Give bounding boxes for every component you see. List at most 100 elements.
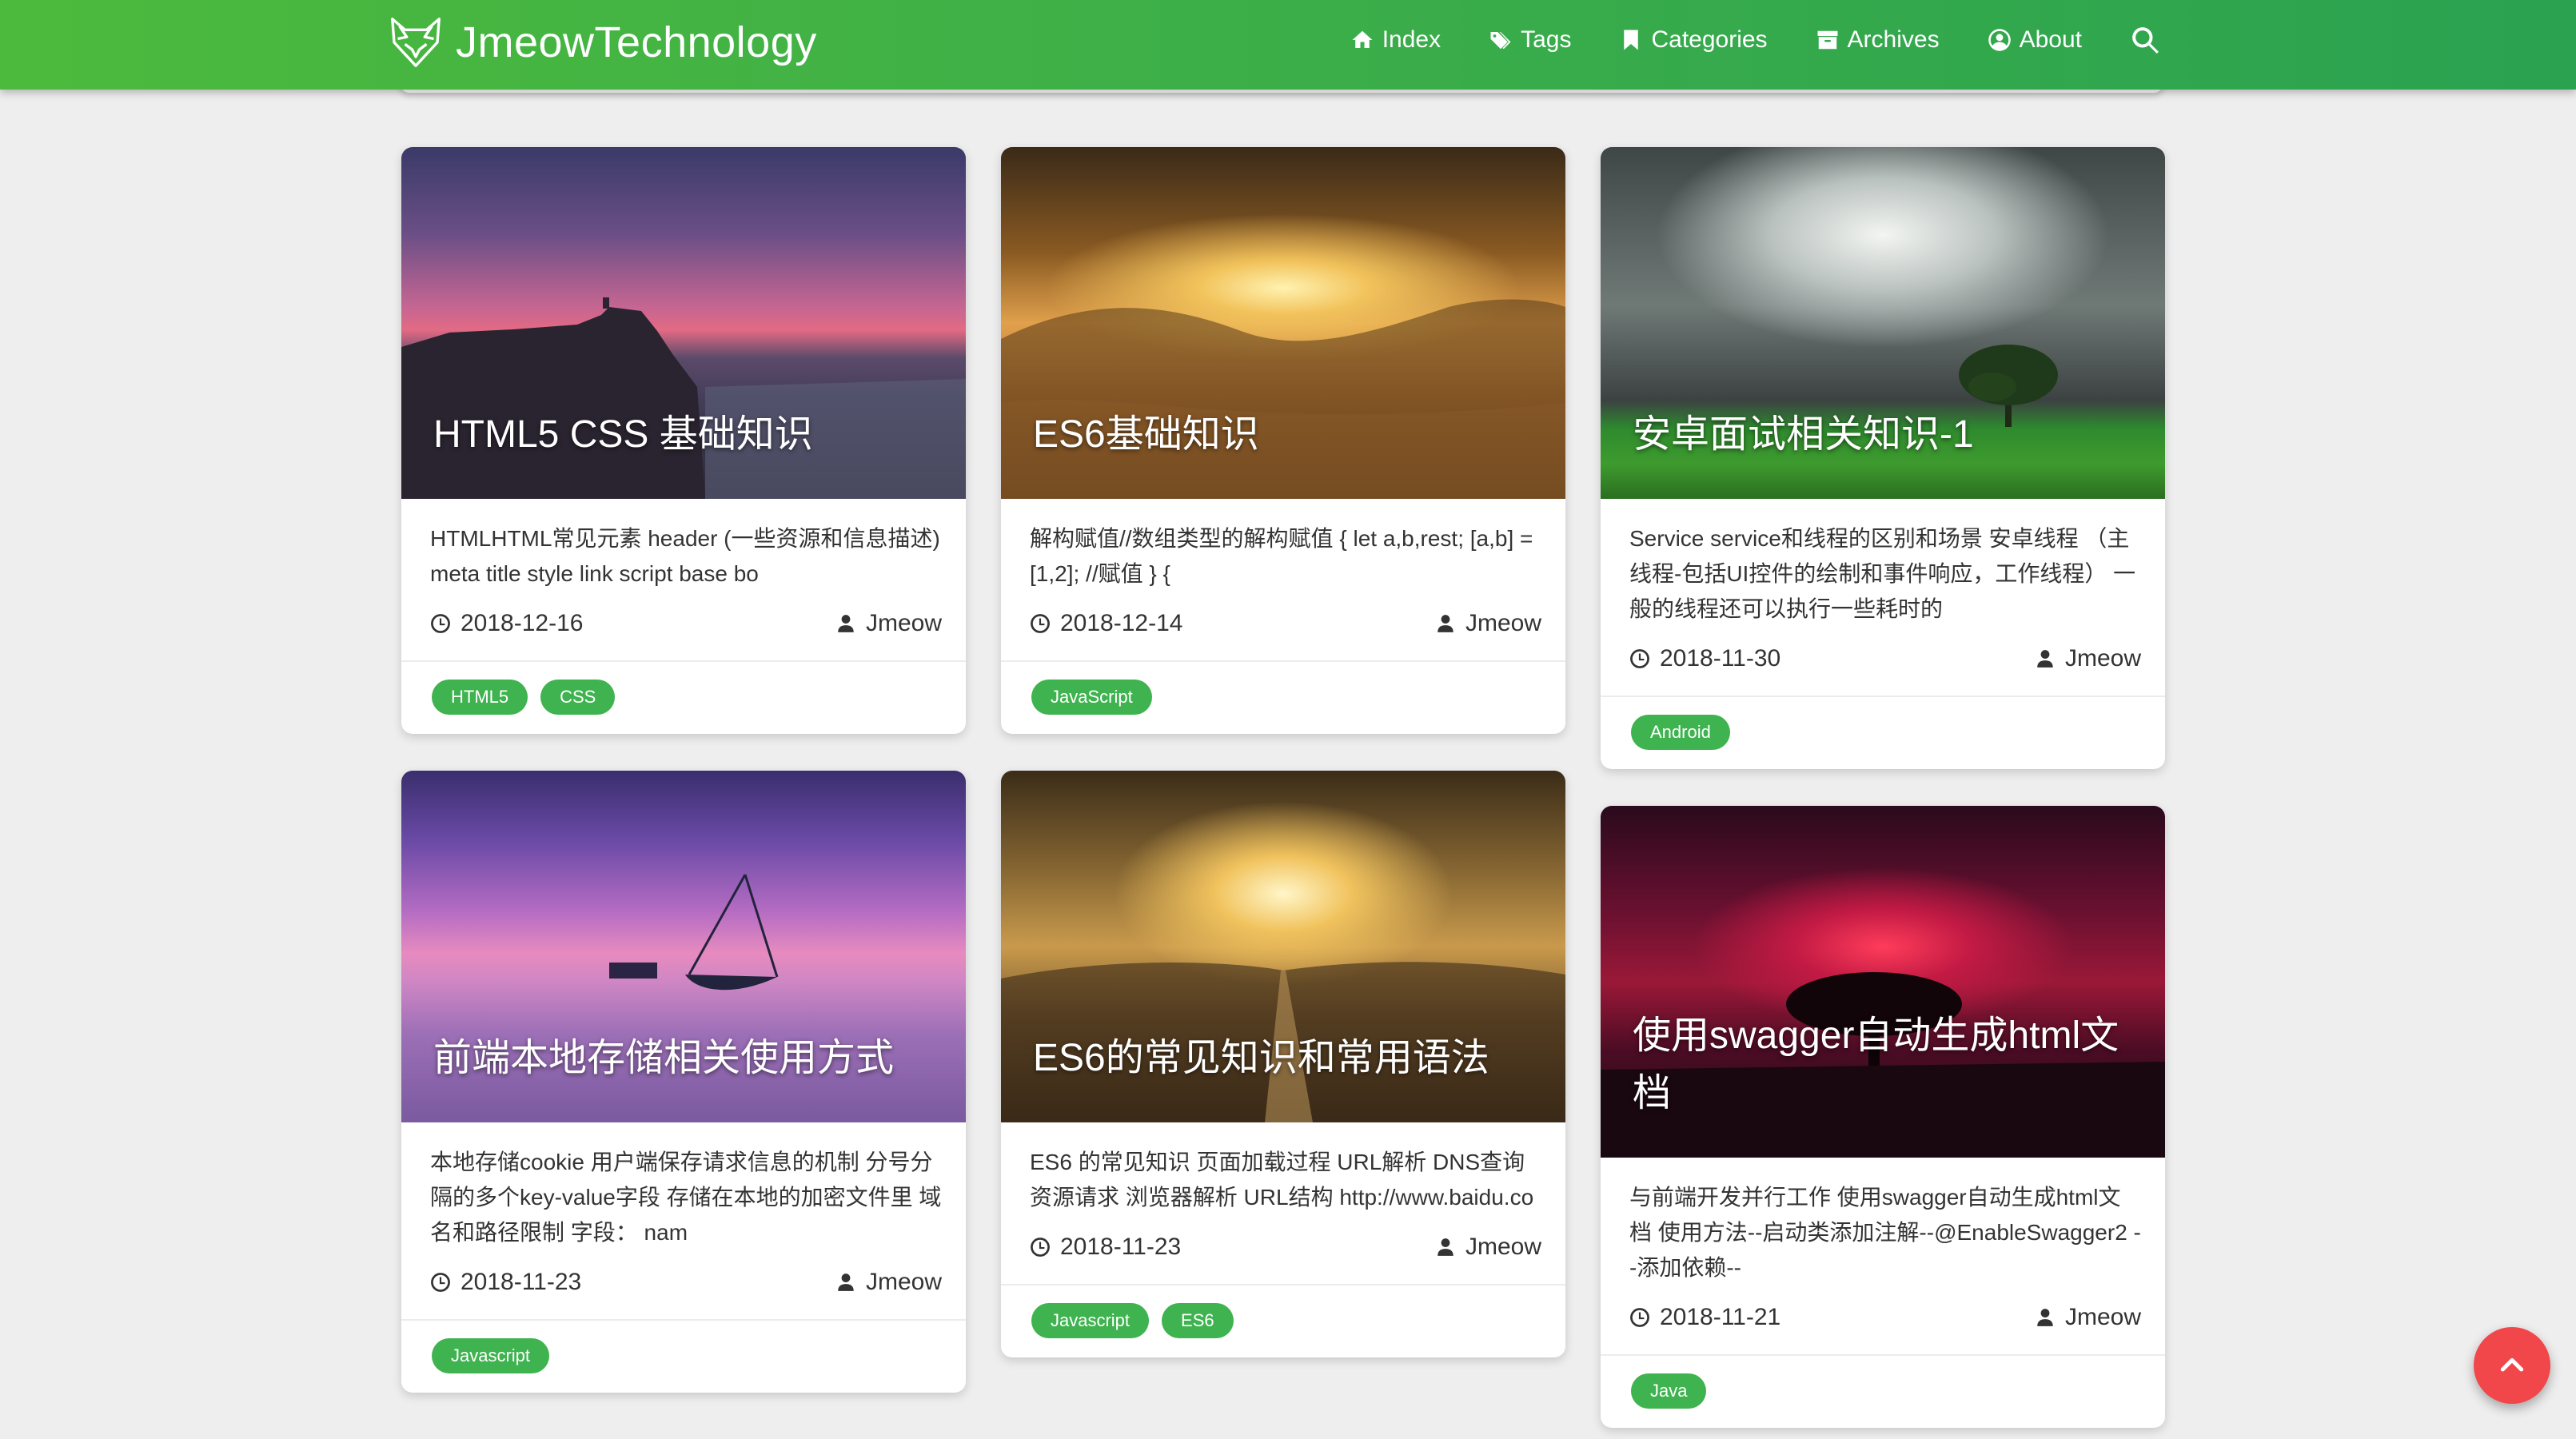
post-tags: JavaScript (1001, 662, 1565, 734)
post-meta: 2018-11-23 Jmeow (430, 1265, 942, 1300)
post-tags: HTML5 CSS (401, 662, 966, 734)
bookmark-icon (1624, 30, 1639, 50)
post-card[interactable]: HTML5 CSS 基础知识 HTMLHTML常见元素 header (一些资源… (401, 147, 966, 734)
post-author: Jmeow (835, 1269, 942, 1296)
clock-icon (431, 1273, 450, 1292)
user-icon (2037, 1309, 2053, 1326)
post-cover-image[interactable]: ES6基础知识 (1001, 147, 1565, 499)
main-nav: Index Tags Categories Archives About (1302, 0, 2160, 80)
post-meta: 2018-11-21 Jmeow (1629, 1300, 2141, 1335)
post-card[interactable]: 前端本地存储相关使用方式 本地存储cookie 用户端保存请求信息的机制 分号分… (401, 771, 966, 1393)
post-author-text: Jmeow (865, 610, 942, 636)
post-date: 2018-11-23 (430, 1269, 581, 1296)
user-icon (838, 1274, 854, 1291)
post-excerpt: Service service和线程的区别和场景 安卓线程 （主线程-包括UI控… (1629, 526, 2136, 621)
post-tags: Android (1601, 697, 2165, 769)
post-tags: Javascript ES6 (1001, 1286, 1565, 1357)
user-icon (1438, 615, 1453, 632)
clock-icon (1031, 614, 1050, 633)
post-author-text: Jmeow (865, 1269, 942, 1295)
clock-icon (1630, 649, 1649, 668)
user-icon (838, 615, 854, 632)
nav-about-label: About (2019, 26, 2082, 53)
post-date-text: 2018-11-23 (461, 1269, 582, 1295)
home-icon (1352, 30, 1373, 48)
nav-tags-label: Tags (1521, 26, 1572, 53)
post-date: 2018-11-23 (1030, 1234, 1181, 1261)
brand-name: JmeowTechnology (456, 18, 817, 66)
search-button[interactable] (2130, 25, 2160, 55)
chevron-up-icon (2500, 1357, 2524, 1372)
post-date-text: 2018-11-23 (1060, 1234, 1182, 1260)
top-navbar: JmeowTechnology Index Tags Categories Ar… (0, 0, 2576, 90)
post-date-text: 2018-11-21 (1660, 1304, 1781, 1330)
nav-archives-label: Archives (1847, 26, 1940, 53)
post-date: 2018-12-16 (430, 610, 583, 637)
post-title: 前端本地存储相关使用方式 (433, 1037, 895, 1079)
post-date: 2018-11-21 (1629, 1304, 1780, 1331)
post-cover-image[interactable]: ES6的常见知识和常用语法 (1001, 771, 1565, 1122)
post-date-text: 2018-12-14 (1060, 610, 1183, 636)
post-card[interactable]: ES6的常见知识和常用语法 ES6 的常见知识 页面加载过程 URL解析 DNS… (1001, 771, 1565, 1357)
post-tags: Java (1601, 1356, 2165, 1428)
tags-icon (1490, 32, 1511, 50)
post-author: Jmeow (2035, 645, 2141, 672)
post-card[interactable]: 使用swagger自动生成html文档 与前端开发并行工作 使用swagger自… (1601, 806, 2165, 1428)
post-title: HTML5 CSS 基础知识 (433, 413, 813, 456)
post-title: 使用swagger自动生成html文档 (1633, 1014, 2119, 1114)
tag-chip[interactable]: Javascript (432, 1338, 550, 1373)
post-author: Jmeow (1435, 610, 1541, 637)
tag-chip[interactable]: Java (1631, 1373, 1707, 1409)
post-excerpt: ES6 的常见知识 页面加载过程 URL解析 DNS查询 资源请求 浏览器解析 … (1030, 1150, 1534, 1210)
post-meta: 2018-11-23 Jmeow (1030, 1230, 1541, 1265)
tag-chip[interactable]: HTML5 (432, 680, 528, 715)
post-excerpt: HTMLHTML常见元素 header (一些资源和信息描述) meta tit… (430, 526, 940, 586)
post-card[interactable]: ES6基础知识 解构赋值//数组类型的解构赋值 { let a,b,rest; … (1001, 147, 1565, 734)
post-author: Jmeow (835, 610, 942, 637)
post-author-text: Jmeow (2064, 1304, 2141, 1330)
clock-icon (431, 614, 450, 633)
user-icon (2037, 650, 2053, 668)
post-cover-image[interactable]: HTML5 CSS 基础知识 (401, 147, 966, 499)
tag-chip[interactable]: Javascript (1031, 1303, 1150, 1338)
post-meta: 2018-12-16 Jmeow (430, 606, 942, 641)
post-tags: Javascript (401, 1321, 966, 1393)
tag-chip[interactable]: CSS (540, 680, 616, 715)
nav-tags[interactable]: Tags (1489, 26, 1571, 54)
nav-index[interactable]: Index (1350, 26, 1441, 54)
post-date-text: 2018-12-16 (461, 610, 584, 636)
nav-archives[interactable]: Archives (1816, 26, 1940, 54)
back-to-top-button[interactable] (2474, 1327, 2550, 1404)
brand[interactable]: JmeowTechnology (387, 8, 817, 77)
post-author-text: Jmeow (2064, 645, 2141, 672)
post-meta: 2018-12-14 Jmeow (1030, 606, 1541, 641)
post-date-text: 2018-11-30 (1660, 645, 1781, 672)
archive-icon (1817, 30, 1838, 50)
tag-chip[interactable]: ES6 (1162, 1303, 1234, 1338)
post-meta: 2018-11-30 Jmeow (1629, 641, 2141, 676)
post-cover-image[interactable]: 安卓面试相关知识-1 (1601, 147, 2165, 499)
post-title: ES6的常见知识和常用语法 (1033, 1037, 1489, 1079)
tag-chip[interactable]: Android (1631, 715, 1730, 750)
user-circle-icon (1988, 29, 2011, 51)
nav-index-label: Index (1382, 26, 1442, 53)
post-date: 2018-12-14 (1030, 610, 1182, 637)
tag-chip[interactable]: JavaScript (1031, 680, 1152, 715)
fox-logo-icon (391, 18, 441, 67)
nav-about[interactable]: About (1988, 26, 2082, 54)
post-date: 2018-11-30 (1629, 645, 1780, 672)
post-excerpt: 本地存储cookie 用户端保存请求信息的机制 分号分隔的多个key-value… (430, 1150, 942, 1245)
post-card[interactable]: 安卓面试相关知识-1 Service service和线程的区别和场景 安卓线程… (1601, 147, 2165, 769)
post-excerpt: 解构赋值//数组类型的解构赋值 { let a,b,rest; [a,b] = … (1030, 526, 1533, 586)
post-author: Jmeow (2035, 1304, 2141, 1331)
post-title: 安卓面试相关知识-1 (1633, 413, 1974, 456)
post-excerpt: 与前端开发并行工作 使用swagger自动生成html文档 使用方法--启动类添… (1629, 1185, 2141, 1280)
nav-categories-label: Categories (1651, 26, 1768, 53)
post-author: Jmeow (1435, 1234, 1541, 1261)
clock-icon (1031, 1238, 1050, 1257)
post-author-text: Jmeow (1465, 1234, 1541, 1260)
nav-categories[interactable]: Categories (1619, 26, 1768, 54)
post-cover-image[interactable]: 使用swagger自动生成html文档 (1601, 806, 2165, 1158)
post-cover-image[interactable]: 前端本地存储相关使用方式 (401, 771, 966, 1122)
clock-icon (1630, 1308, 1649, 1327)
